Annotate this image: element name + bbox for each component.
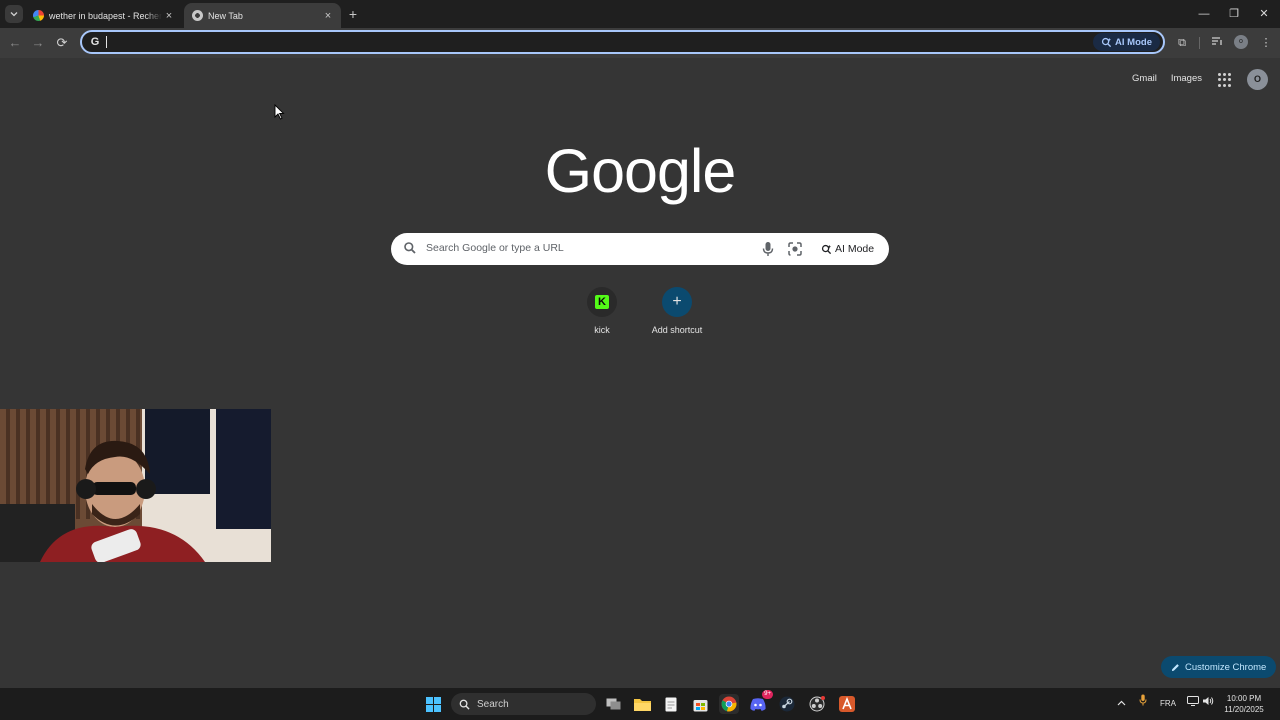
pencil-icon [1171, 663, 1179, 671]
clock-date: 11/20/2025 [1224, 705, 1264, 714]
ai-search-icon [1101, 37, 1112, 47]
file-explorer-icon[interactable] [632, 694, 652, 714]
tab-weather-search[interactable]: wether in budapest - Recherche Google × [25, 3, 182, 28]
task-view-icon[interactable] [603, 694, 623, 714]
close-tab-icon[interactable]: × [162, 9, 176, 23]
shortcut-add[interactable]: + Add shortcut [642, 287, 712, 335]
toolbar-divider [1199, 37, 1200, 49]
input-language[interactable]: FRA [1156, 688, 1180, 720]
shortcut-kick[interactable]: K kick [567, 287, 637, 335]
new-tab-button[interactable]: + [345, 6, 361, 22]
tab-title: New Tab [208, 10, 243, 21]
webcam-overlay [0, 409, 271, 562]
google-lens-icon[interactable] [787, 241, 803, 257]
customize-chrome-button[interactable]: Customize Chrome [1161, 656, 1277, 678]
tab-new-tab[interactable]: New Tab × [184, 3, 341, 28]
microphone-tray-icon[interactable] [1136, 688, 1150, 720]
google-icon [33, 10, 44, 21]
windows-taskbar: Search 9+ FRA 10:00 PM 11/20/2025 [0, 688, 1280, 720]
gmail-link[interactable]: Gmail [1132, 73, 1157, 84]
mouse-cursor-icon [274, 104, 285, 120]
account-avatar[interactable]: O [1247, 69, 1268, 90]
minimize-button[interactable]: — [1188, 0, 1220, 28]
discord-icon[interactable]: 9+ [748, 690, 773, 714]
plus-icon: + [662, 287, 692, 317]
text-caret [106, 36, 107, 48]
reading-list-icon[interactable] [1208, 34, 1226, 52]
volume-icon[interactable] [1201, 688, 1215, 720]
search-icon [459, 699, 470, 710]
customize-label: Customize Chrome [1185, 661, 1267, 673]
google-apps-icon[interactable] [1218, 73, 1232, 87]
chevron-down-icon [10, 12, 18, 17]
adobe-app-icon[interactable] [837, 694, 857, 714]
profile-avatar-small[interactable]: o [1234, 35, 1248, 49]
google-logo: Google [544, 137, 737, 205]
shortcut-label: Add shortcut [651, 325, 703, 335]
taskbar-search[interactable]: Search [451, 693, 596, 715]
reload-button[interactable]: ⟳ [53, 34, 71, 52]
chrome-taskbar-icon[interactable] [719, 694, 739, 714]
omnibox-ai-mode-button[interactable]: AI Mode [1093, 33, 1160, 51]
new-tab-page: Gmail Images O Google Search Google or t… [0, 58, 1280, 688]
tab-strip: wether in budapest - Recherche Google × … [0, 0, 1280, 28]
search-placeholder: Search Google or type a URL [426, 242, 564, 254]
clock-time: 10:00 PM [1226, 694, 1262, 703]
kick-tile: K [587, 287, 617, 317]
discord-badge: 9+ [762, 690, 773, 699]
ai-search-icon [821, 244, 832, 254]
taskbar-clock[interactable]: 10:00 PM 11/20/2025 [1218, 693, 1270, 715]
forward-button[interactable]: → [29, 34, 47, 52]
ai-mode-button[interactable]: AI Mode [815, 239, 880, 259]
extensions-icon[interactable]: ⧉ [1173, 34, 1191, 52]
images-link[interactable]: Images [1171, 73, 1202, 84]
ai-mode-label: AI Mode [835, 243, 875, 255]
search-icon [404, 242, 416, 254]
notepad-icon[interactable] [661, 694, 681, 714]
taskbar-search-label: Search [477, 698, 509, 710]
browser-toolbar: ← → ⟳ G AI Mode ⧉ o ⋮ [0, 28, 1280, 58]
ntp-search-box[interactable]: Search Google or type a URL AI Mode [391, 233, 889, 265]
webcam-image [0, 409, 271, 562]
shortcut-label: kick [594, 325, 610, 335]
tab-title: wether in budapest - Recherche Google [49, 10, 162, 21]
ai-mode-label: AI Mode [1115, 36, 1152, 48]
chrome-icon [192, 10, 203, 21]
address-bar[interactable]: G AI Mode [80, 30, 1165, 54]
obs-icon[interactable] [807, 694, 827, 714]
back-button[interactable]: ← [6, 34, 24, 52]
google-g-icon: G [90, 36, 100, 48]
tab-search-button[interactable] [5, 5, 23, 23]
microsoft-store-icon[interactable] [690, 694, 710, 714]
restore-button[interactable]: ❐ [1218, 0, 1250, 28]
tray-overflow-icon[interactable] [1114, 688, 1128, 720]
kick-icon: K [595, 295, 609, 309]
windows-start-icon[interactable] [426, 697, 441, 712]
network-icon[interactable] [1186, 688, 1200, 720]
microphone-icon[interactable] [761, 241, 775, 257]
top-links: Gmail Images [1132, 73, 1202, 84]
close-tab-icon[interactable]: × [321, 9, 335, 23]
steam-icon[interactable] [777, 694, 797, 714]
chrome-menu-icon[interactable]: ⋮ [1257, 34, 1275, 52]
close-window-button[interactable]: ✕ [1248, 0, 1280, 28]
